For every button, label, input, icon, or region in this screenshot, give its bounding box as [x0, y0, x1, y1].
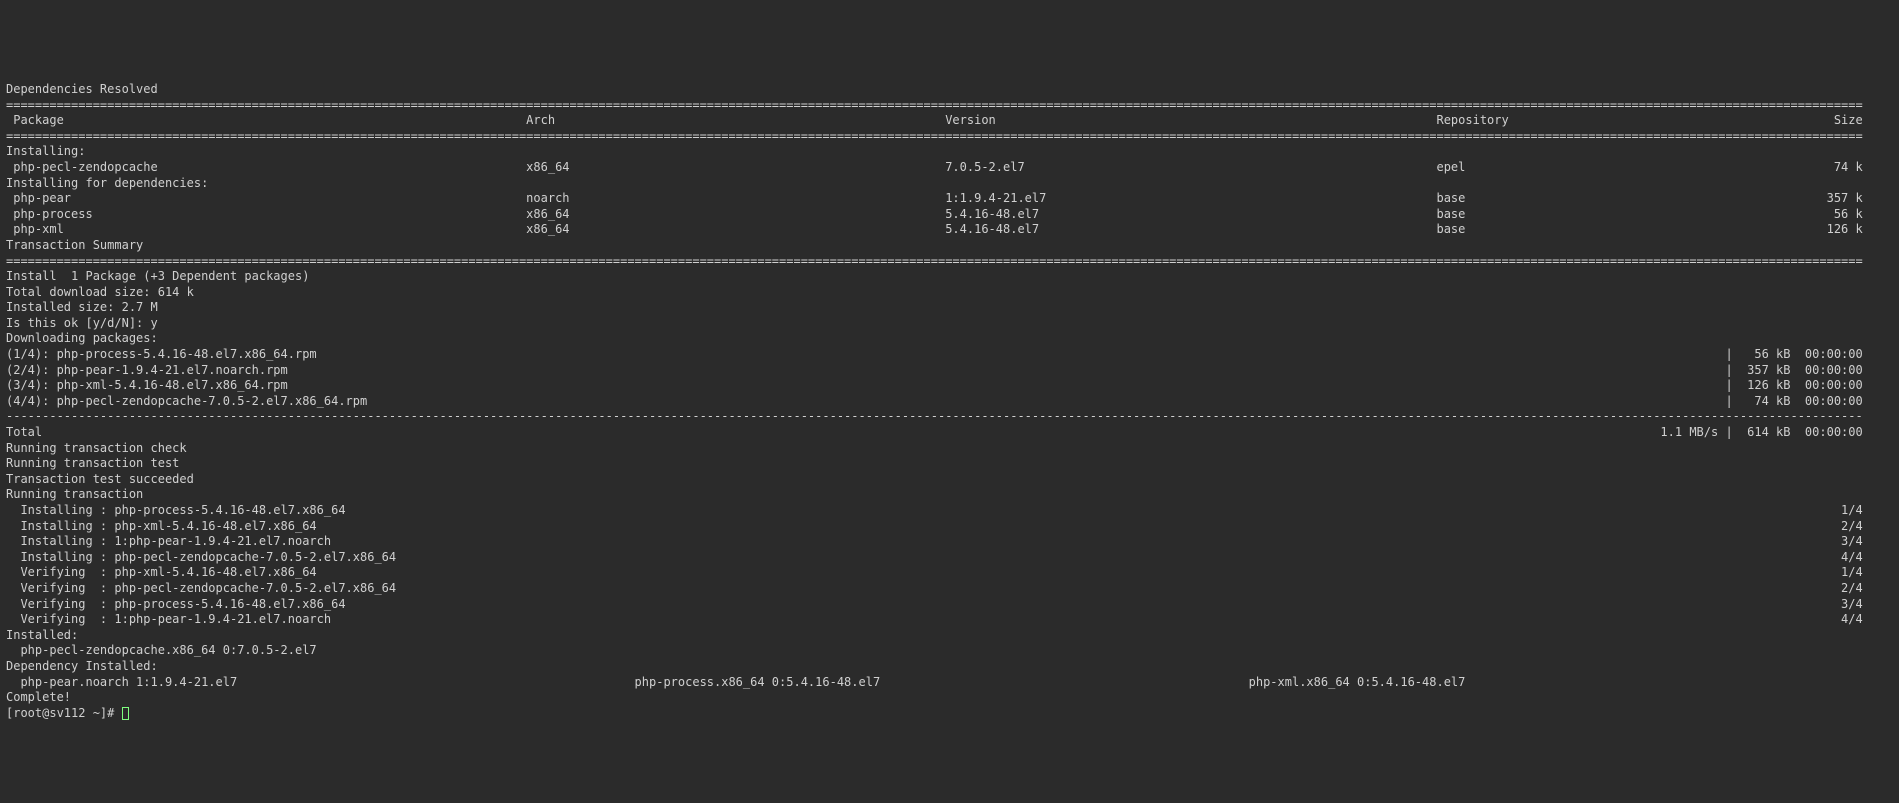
terminal-line: Dependency Installed: — [6, 659, 1893, 675]
terminal-line: Transaction Summary — [6, 238, 1893, 254]
terminal-line: Dependencies Resolved — [6, 82, 1893, 98]
terminal-line: Running transaction check — [6, 441, 1893, 457]
terminal-line: Installed: — [6, 628, 1893, 644]
terminal-line: Running transaction test — [6, 456, 1893, 472]
terminal-line: php-pear.noarch 1:1.9.4-21.el7 php-proce… — [6, 675, 1893, 691]
terminal-line: Installing : php-pecl-zendopcache-7.0.5-… — [6, 550, 1893, 566]
terminal-line: Installing : php-process-5.4.16-48.el7.x… — [6, 503, 1893, 519]
terminal-line: ----------------------------------------… — [6, 409, 1893, 425]
terminal-line: (3/4): php-xml-5.4.16-48.el7.x86_64.rpm — [6, 378, 1893, 394]
terminal-line: Transaction test succeeded — [6, 472, 1893, 488]
terminal-line: php-pear noarch 1:1.9.4-21.el7 bas — [6, 191, 1893, 207]
terminal-line: Installing : 1:php-pear-1.9.4-21.el7.noa… — [6, 534, 1893, 550]
terminal-line: Installing: — [6, 144, 1893, 160]
terminal-line: Verifying : php-pecl-zendopcache-7.0.5-2… — [6, 581, 1893, 597]
terminal-line: ========================================… — [6, 98, 1893, 114]
terminal-line: Is this ok [y/d/N]: y — [6, 316, 1893, 332]
terminal-line: php-process x86_64 5.4.16-48.el7 bas — [6, 207, 1893, 223]
terminal-line: (2/4): php-pear-1.9.4-21.el7.noarch.rpm — [6, 363, 1893, 379]
terminal-line: php-pecl-zendopcache x86_64 7.0.5-2.el7 … — [6, 160, 1893, 176]
terminal-line: Verifying : php-xml-5.4.16-48.el7.x86_64 — [6, 565, 1893, 581]
terminal-line: Verifying : 1:php-pear-1.9.4-21.el7.noar… — [6, 612, 1893, 628]
terminal-line: Installing : php-xml-5.4.16-48.el7.x86_6… — [6, 519, 1893, 535]
terminal-line: Installing for dependencies: — [6, 176, 1893, 192]
terminal-line: Total — [6, 425, 1893, 441]
terminal-line: Package Arch Version Rep — [6, 113, 1893, 129]
terminal-line: (4/4): php-pecl-zendopcache-7.0.5-2.el7.… — [6, 394, 1893, 410]
shell-prompt[interactable]: [root@sv112 ~]# — [6, 706, 1893, 722]
terminal-line: Installed size: 2.7 M — [6, 300, 1893, 316]
terminal-line: Complete! — [6, 690, 1893, 706]
terminal-line: Running transaction — [6, 487, 1893, 503]
terminal-line: Verifying : php-process-5.4.16-48.el7.x8… — [6, 597, 1893, 613]
terminal-line: Install 1 Package (+3 Dependent packages… — [6, 269, 1893, 285]
terminal-line: (1/4): php-process-5.4.16-48.el7.x86_64.… — [6, 347, 1893, 363]
terminal-line: Total download size: 614 k — [6, 285, 1893, 301]
terminal-line: php-xml x86_64 5.4.16-48.el7 bas — [6, 222, 1893, 238]
terminal-line: ========================================… — [6, 254, 1893, 270]
terminal-line: ========================================… — [6, 129, 1893, 145]
terminal-line: php-pecl-zendopcache.x86_64 0:7.0.5-2.el… — [6, 643, 1893, 659]
terminal-output[interactable]: Dependencies Resolved===================… — [0, 78, 1899, 725]
terminal-line: Downloading packages: — [6, 331, 1893, 347]
